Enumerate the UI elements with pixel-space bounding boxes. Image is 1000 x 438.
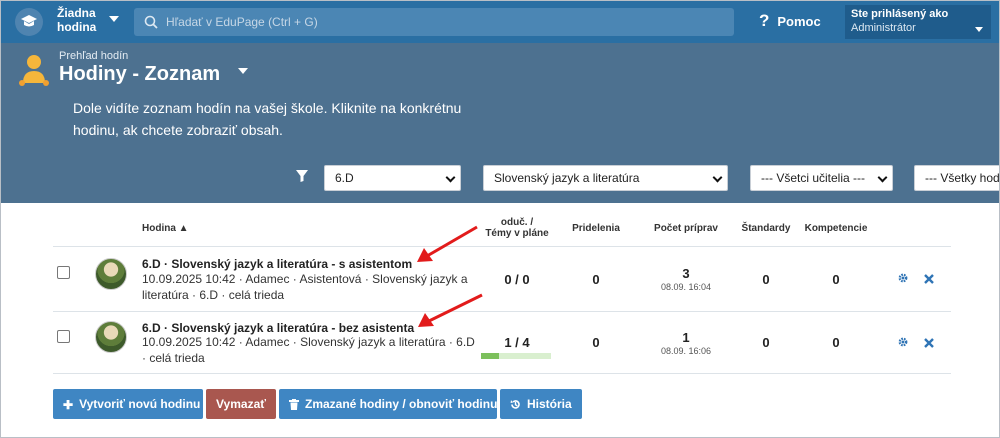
chevron-down-icon [445,172,456,183]
row-checkbox[interactable] [57,330,70,343]
history-button[interactable]: História [500,389,582,419]
lesson-avatar [95,321,127,353]
competences-value: 0 [832,272,840,287]
lesson-selector[interactable]: Žiadna hodina [57,6,123,38]
teacher-icon [19,55,49,86]
preparations-value[interactable]: 3 [646,266,726,281]
preparations-value[interactable]: 1 [646,330,726,345]
page-title: Hodiny - Zoznam [59,63,221,85]
column-header-lesson[interactable]: Hodina ▲ [142,223,189,234]
plus-icon: ✚ [63,397,74,412]
create-lesson-button[interactable]: ✚ Vytvoriť novú hodinu [53,389,203,419]
column-header-competences[interactable]: Kompetencie [801,223,871,234]
lesson-meta: 10.09.2025 10:42 · Adamec · Slovenský ja… [142,335,475,365]
taught-value: 0 / 0 [504,272,530,287]
history-icon [510,400,520,410]
taught-progress-fill [481,353,499,359]
gear-icon[interactable] [897,272,909,284]
header-divider [53,246,951,247]
preparations-date: 08.09. 16:06 [660,346,712,356]
trash-icon [289,399,299,411]
row-checkbox[interactable] [57,266,70,279]
row-divider [53,373,951,374]
top-bar: Žiadna hodina ? Pomoc Ste prihlásený ako … [1,1,999,43]
preparations-date: 08.09. 16:04 [660,282,712,292]
class-filter-select[interactable]: 6.D [324,165,461,191]
standards-value: 0 [762,272,770,287]
group-filter-value: --- Všetky hod [925,171,1000,185]
column-header-standards[interactable]: Štandardy [736,223,796,234]
chevron-down-icon [712,172,723,183]
lesson-title[interactable]: 6.D · Slovenský jazyk a literatúra - s a… [142,257,412,271]
column-header-preparations[interactable]: Počet príprav [646,223,726,234]
taught-progress-bar [481,353,551,359]
chevron-down-icon [877,172,888,183]
assignments-value: 0 [592,335,600,350]
search-box[interactable] [134,8,734,36]
close-icon[interactable] [923,273,935,285]
lesson-title[interactable]: 6.D · Slovenský jazyk a literatúra - bez… [142,321,414,335]
annotation-arrow [417,225,478,262]
teacher-filter-select[interactable]: --- Všetci učitelia --- [750,165,893,191]
help-icon: ? [759,11,770,30]
column-header-taught-line2: Témy v pláne [485,228,549,239]
breadcrumb: Prehľad hodín [59,50,129,62]
column-header-taught-line1: oduč. / [500,217,534,228]
page-description: Dole vidíte zoznam hodín na vašej škole.… [73,100,462,138]
subject-filter-value: Slovenský jazyk a literatúra [494,171,640,185]
close-icon[interactable] [923,337,935,349]
teacher-filter-value: --- Všetci učitelia --- [761,171,866,185]
competences-value: 0 [832,335,840,350]
help-label: Pomoc [777,14,821,29]
graduation-cap-icon[interactable] [15,8,43,36]
filter-icon [296,170,308,182]
group-filter-select[interactable]: --- Všetky hod [914,165,1000,191]
chevron-down-icon [109,16,119,22]
assignments-value: 0 [592,272,600,287]
header-panel: Prehľad hodín Hodiny - Zoznam Dole vidít… [1,43,999,203]
app-frame: Žiadna hodina ? Pomoc Ste prihlásený ako … [0,0,1000,438]
logged-in-label: Ste prihlásený ako [851,8,949,20]
class-filter-value: 6.D [335,171,354,185]
account-menu[interactable]: Ste prihlásený ako Administrátor [845,5,991,39]
taught-value: 1 / 4 [504,335,530,350]
create-lesson-label: Vytvoriť novú hodinu [79,397,201,411]
history-label: História [527,397,572,411]
annotation-arrow [418,293,483,327]
lesson-avatar [95,258,127,290]
search-input[interactable] [166,8,726,36]
standards-value: 0 [762,335,770,350]
lesson-selector-label: Žiadna hodina [57,6,97,34]
delete-label: Vymazať [216,397,266,411]
search-icon [144,15,158,29]
delete-button[interactable]: Vymazať [206,389,276,419]
column-header-assignments[interactable]: Pridelenia [561,223,631,234]
chevron-down-icon [975,27,983,32]
deleted-lessons-label: Zmazané hodiny / obnoviť hodinu [305,397,498,411]
column-header-taught[interactable]: oduč. / Témy v pláne [479,217,555,239]
help-link[interactable]: ? Pomoc [759,11,821,31]
chevron-down-icon[interactable] [238,68,248,74]
logged-in-role: Administrátor [851,22,916,34]
deleted-lessons-button[interactable]: Zmazané hodiny / obnoviť hodinu [279,389,497,419]
row-divider [53,311,951,312]
subject-filter-select[interactable]: Slovenský jazyk a literatúra [483,165,728,191]
gear-icon[interactable] [897,336,909,348]
